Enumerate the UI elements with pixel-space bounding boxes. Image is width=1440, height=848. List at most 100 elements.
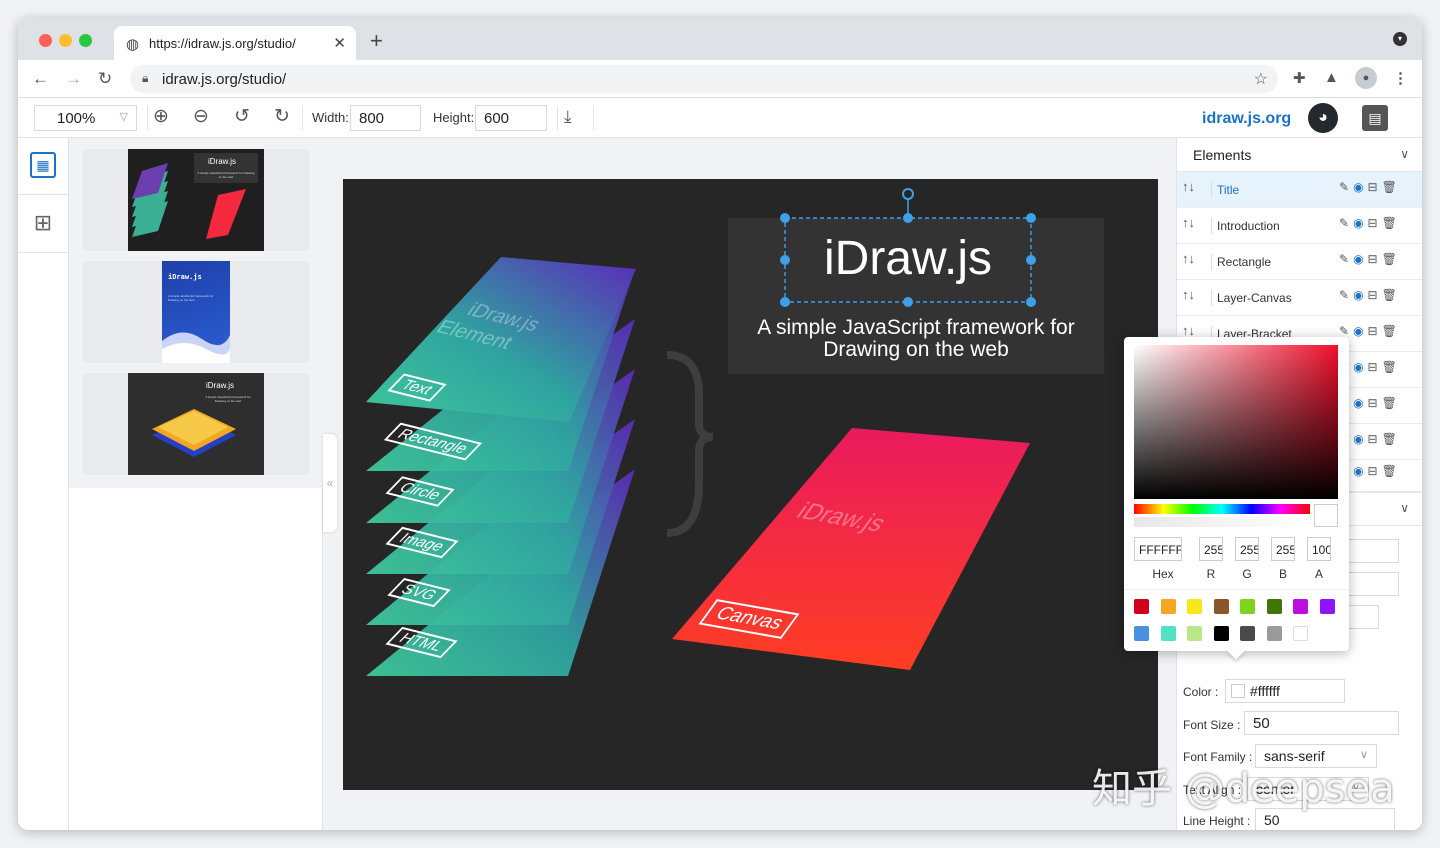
drawing-board[interactable]: iDraw.js A simple JavaScript framework f…	[343, 179, 1158, 790]
color-swatch[interactable]	[1293, 599, 1308, 614]
row-actions[interactable]: ✎◉⊟🗑︎	[1339, 180, 1401, 194]
color-swatch[interactable]	[1187, 599, 1202, 614]
menu-kebab-icon[interactable]: ⋮	[1393, 69, 1408, 87]
trash-icon[interactable]: 🗑︎	[1382, 180, 1401, 194]
zoom-out-icon[interactable]: ⊖	[193, 107, 209, 127]
row-actions[interactable]: ✎◉⊟🗑︎	[1339, 216, 1401, 230]
color-swatch[interactable]	[1160, 626, 1176, 641]
color-swatch[interactable]	[1240, 599, 1255, 614]
chevron-down-icon[interactable]: ∨	[1400, 501, 1409, 515]
eye-icon[interactable]: ◉	[1353, 216, 1367, 230]
browser-tab[interactable]: ◍ https://idraw.js.org/studio/ ✕	[114, 26, 356, 60]
canvas-subtitle[interactable]: A simple JavaScript framework for Drawin…	[728, 317, 1104, 361]
color-swatch[interactable]	[1134, 599, 1149, 614]
element-row[interactable]: ↑↓ Rectangle ✎◉⊟🗑︎	[1177, 244, 1422, 280]
trash-icon[interactable]: 🗑︎	[1382, 464, 1401, 478]
row-actions[interactable]: ✎◉⊟🗑︎	[1339, 324, 1401, 338]
undo-icon[interactable]: ↺	[234, 107, 250, 127]
element-row[interactable]: ↑↓ Introduction ✎◉⊟🗑︎	[1177, 208, 1422, 244]
move-arrows-icon[interactable]: ↑↓	[1182, 215, 1195, 230]
color-swatch[interactable]	[1134, 626, 1149, 641]
lock-icon[interactable]: ⊟	[1368, 324, 1382, 338]
hue-slider[interactable]	[1134, 504, 1310, 514]
eye-icon[interactable]: ◉	[1353, 180, 1367, 194]
trash-icon[interactable]: 🗑︎	[1382, 324, 1401, 338]
thumbnail-card[interactable]: iDraw.js A simple JavaScript framework f…	[83, 261, 309, 363]
row-actions[interactable]: ✎◉⊟🗑︎	[1339, 288, 1401, 302]
lock-icon[interactable]: ⊟	[1368, 216, 1382, 230]
color-swatch[interactable]	[1266, 599, 1282, 614]
download-icon[interactable]: ⤓	[564, 107, 572, 127]
element-row[interactable]: ↑↓ Title ✎◉⊟🗑︎	[1177, 172, 1422, 208]
row-actions[interactable]: ✎◉⊟🗑︎	[1339, 252, 1401, 266]
lock-icon[interactable]: ⊟	[1368, 432, 1382, 446]
lock-icon[interactable]: ⊟	[1368, 288, 1382, 302]
attribute-input[interactable]	[1341, 539, 1399, 563]
trash-icon[interactable]: 🗑︎	[1382, 216, 1401, 230]
height-input[interactable]: 600	[475, 105, 547, 131]
element-row[interactable]: ↑↓ Layer-Canvas ✎◉⊟🗑︎	[1177, 280, 1422, 316]
chevron-down-icon[interactable]: ∨	[1400, 147, 1409, 161]
reload-icon[interactable]: ↻	[98, 69, 112, 89]
collapse-handle[interactable]: «	[323, 434, 337, 532]
width-input[interactable]: 800	[350, 105, 421, 131]
sv-cursor[interactable]	[1131, 342, 1137, 348]
color-swatch-preview[interactable]	[1231, 684, 1245, 698]
eye-icon[interactable]: ◉	[1353, 396, 1367, 410]
eye-icon[interactable]: ◉	[1353, 432, 1367, 446]
zoom-in-icon[interactable]: ⊕	[153, 107, 169, 127]
flask-icon[interactable]: ▲	[1324, 69, 1339, 86]
eye-icon[interactable]: ◉	[1353, 360, 1367, 374]
profile-avatar-icon[interactable]: ●	[1355, 67, 1377, 89]
trash-icon[interactable]: 🗑︎	[1382, 360, 1401, 374]
redo-icon[interactable]: ↻	[274, 107, 290, 127]
lock-icon[interactable]: ⊟	[1368, 396, 1382, 410]
trash-icon[interactable]: 🗑︎	[1382, 432, 1401, 446]
tab-search-icon[interactable]: ▾	[1393, 32, 1407, 46]
color-input[interactable]: #ffffff	[1225, 679, 1345, 703]
eye-icon[interactable]: ◉	[1353, 252, 1367, 266]
color-swatch[interactable]	[1240, 626, 1255, 641]
lock-icon[interactable]: 🔒︎	[142, 71, 148, 86]
saturation-value-area[interactable]	[1131, 342, 1338, 499]
eye-icon[interactable]: ◉	[1353, 464, 1367, 478]
lock-icon[interactable]: ⊟	[1368, 252, 1382, 266]
alpha-slider[interactable]	[1134, 517, 1310, 527]
canvas-title[interactable]: iDraw.js	[785, 231, 1031, 286]
rotate-handle-icon[interactable]	[902, 188, 914, 200]
color-swatch[interactable]	[1213, 599, 1229, 614]
color-picker[interactable]: FFFFFF 255 255 255 100 Hex R G B A	[1124, 337, 1349, 660]
color-swatch[interactable]	[1160, 599, 1176, 614]
forward-icon[interactable]: →	[65, 69, 82, 89]
elements-header[interactable]: Elements ∨	[1177, 138, 1422, 172]
color-swatch[interactable]	[1213, 626, 1229, 641]
zoom-select[interactable]: 100% ▽	[34, 105, 137, 131]
close-tab-icon[interactable]: ✕	[333, 34, 346, 52]
trash-icon[interactable]: 🗑︎	[1382, 252, 1401, 266]
docs-book-icon[interactable]: ▤	[1362, 105, 1388, 131]
thumbnail-card[interactable]: iDraw.js A simple JavaScript framework f…	[83, 149, 309, 251]
omnibox[interactable]: 🔒︎ idraw.js.org/studio/ ☆	[130, 65, 1278, 93]
color-swatch[interactable]	[1187, 626, 1202, 641]
eye-icon[interactable]: ◉	[1353, 288, 1367, 302]
color-swatch[interactable]	[1319, 599, 1335, 614]
color-swatch[interactable]	[1266, 626, 1282, 641]
extensions-icon[interactable]: ✚	[1293, 69, 1306, 87]
move-arrows-icon[interactable]: ↑↓	[1182, 179, 1195, 194]
bookmark-star-icon[interactable]: ☆	[1254, 69, 1268, 89]
lock-icon[interactable]: ⊟	[1368, 360, 1382, 374]
edit-icon[interactable]: ✎	[1339, 180, 1353, 194]
lock-icon[interactable]: ⊟	[1368, 464, 1382, 478]
trash-icon[interactable]: 🗑︎	[1382, 288, 1401, 302]
close-window-button[interactable]	[39, 34, 52, 47]
thumbnail-card[interactable]: iDraw.js A simple JavaScript framework f…	[83, 373, 309, 475]
move-arrows-icon[interactable]: ↑↓	[1182, 323, 1195, 338]
brand-link[interactable]: idraw.js.org	[1202, 110, 1291, 128]
edit-icon[interactable]: ✎	[1339, 288, 1353, 302]
edit-icon[interactable]: ✎	[1339, 252, 1353, 266]
github-icon[interactable]: ◕	[1308, 103, 1338, 133]
edit-icon[interactable]: ✎	[1339, 324, 1353, 338]
minimize-window-button[interactable]	[59, 34, 72, 47]
hex-input[interactable]: FFFFFF	[1134, 537, 1182, 561]
attribute-input[interactable]	[1341, 572, 1399, 596]
